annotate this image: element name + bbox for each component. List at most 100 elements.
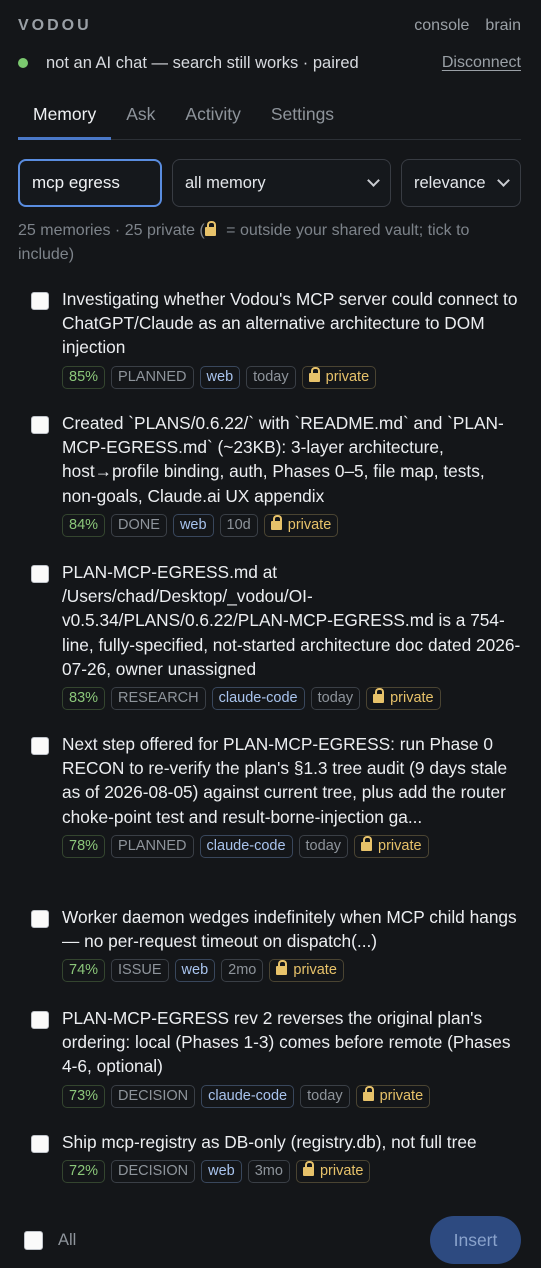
age-badge: 3mo	[247, 1160, 290, 1184]
item-tags: 84% DONE web 10d private	[62, 513, 523, 537]
app-header: VODOU console brain	[18, 14, 521, 38]
private-badge: private	[354, 834, 429, 858]
source-badge: web	[199, 365, 241, 389]
insert-button[interactable]: Insert	[430, 1216, 521, 1264]
item-checkbox[interactable]	[31, 910, 49, 928]
source-badge: claude-code	[211, 687, 305, 711]
item-tags: 73% DECISION claude-code today private	[62, 1084, 523, 1108]
list-item: Worker daemon wedges indefinitely when M…	[18, 905, 523, 1006]
memory-text: Investigating whether Vodou's MCP server…	[62, 289, 518, 358]
memory-text: Created `PLANS/0.6.22/` with `README.md`…	[62, 413, 504, 506]
private-badge: private	[355, 1084, 431, 1108]
connection-status: not an AI chat — search still works · pa…	[18, 50, 521, 76]
sort-select[interactable]: relevance	[401, 159, 521, 207]
lock-icon	[270, 514, 282, 530]
header-links: console brain	[414, 17, 521, 35]
relevance-badge: 73%	[62, 1084, 106, 1108]
item-tags: 83% RESEARCH claude-code today private	[62, 687, 523, 711]
item-checkbox[interactable]	[31, 737, 49, 755]
private-badge: private	[295, 1160, 371, 1184]
status-indicator-icon	[18, 58, 28, 68]
type-badge: PLANNED	[111, 834, 194, 858]
private-label: private	[379, 1087, 424, 1104]
age-badge: today	[298, 834, 349, 858]
list-item: Next step offered for PLAN-MCP-EGRESS: r…	[18, 732, 523, 905]
private-label: private	[390, 690, 434, 707]
console-link[interactable]: console	[414, 17, 469, 35]
brain-link[interactable]: brain	[485, 17, 521, 35]
memory-text: Worker daemon wedges indefinitely when M…	[62, 907, 517, 952]
relevance-badge: 85%	[62, 365, 106, 389]
relevance-badge: 78%	[62, 834, 106, 858]
private-label: private	[293, 962, 337, 979]
private-label: private	[319, 1163, 364, 1180]
relevance-badge: 84%	[62, 513, 106, 537]
private-label: private	[325, 368, 370, 385]
private-label: private	[378, 837, 422, 854]
item-tags: 72% DECISION web 3mo private	[62, 1160, 523, 1184]
age-badge: today	[246, 365, 296, 389]
relevance-badge: 74%	[62, 959, 106, 983]
scope-select-value: all memory	[185, 173, 266, 192]
search-input[interactable]	[18, 159, 162, 207]
age-badge: 10d	[219, 513, 258, 537]
tab-settings[interactable]: Settings	[256, 96, 349, 140]
source-badge: claude-code	[199, 834, 293, 858]
memory-text: Next step offered for PLAN-MCP-EGRESS: r…	[62, 734, 508, 827]
item-checkbox[interactable]	[31, 292, 49, 310]
lock-icon	[361, 835, 373, 851]
relevance-badge: 72%	[62, 1160, 106, 1184]
scope-select[interactable]: all memory	[172, 159, 391, 207]
type-badge: ISSUE	[111, 959, 169, 983]
select-all-checkbox[interactable]	[24, 1230, 43, 1250]
list-item: PLAN-MCP-EGRESS.md at /Users/chad/Deskto…	[18, 560, 523, 732]
brand-logo-text: VODOU	[18, 17, 92, 34]
lock-icon	[362, 1085, 374, 1101]
age-badge: today	[300, 1084, 350, 1108]
source-badge: web	[172, 513, 214, 537]
list-item: Ship mcp-registry as DB-only (registry.d…	[18, 1130, 523, 1210]
lock-icon	[308, 366, 320, 382]
item-tags: 74% ISSUE web 2mo private	[62, 959, 523, 983]
relevance-badge: 83%	[62, 687, 106, 711]
summary-text-start: 25 memories · 25 private (	[18, 222, 205, 239]
age-badge: today	[310, 687, 361, 711]
list-item: PLAN-MCP-EGRESS rev 2 reverses the origi…	[18, 1006, 523, 1130]
type-badge: DONE	[111, 513, 167, 537]
item-checkbox[interactable]	[31, 416, 49, 434]
memory-text: PLAN-MCP-EGRESS.md at /Users/chad/Deskto…	[62, 562, 521, 679]
chevron-down-icon	[367, 174, 380, 187]
results-summary: 25 memories · 25 private ( = outside you…	[18, 219, 523, 267]
memory-text: Ship mcp-registry as DB-only (registry.d…	[62, 1132, 477, 1152]
memory-list: Investigating whether Vodou's MCP server…	[18, 287, 523, 1210]
type-badge: DECISION	[111, 1084, 196, 1108]
tab-ask[interactable]: Ask	[111, 96, 170, 140]
source-badge: web	[174, 959, 216, 983]
item-checkbox[interactable]	[31, 1011, 49, 1029]
age-badge: 2mo	[221, 959, 264, 983]
private-badge: private	[366, 687, 441, 711]
list-item: Created `PLANS/0.6.22/` with `README.md`…	[18, 411, 523, 560]
item-checkbox[interactable]	[31, 565, 49, 583]
source-badge: web	[201, 1160, 242, 1184]
item-checkbox[interactable]	[31, 1135, 49, 1153]
lock-icon	[302, 1161, 314, 1177]
tab-bar: Memory Ask Activity Settings	[18, 96, 521, 140]
tab-activity[interactable]: Activity	[170, 96, 255, 140]
item-tags: 78% PLANNED claude-code today private	[62, 834, 523, 858]
type-badge: DECISION	[111, 1160, 196, 1184]
lock-icon	[276, 960, 288, 976]
type-badge: RESEARCH	[111, 687, 206, 711]
tab-memory[interactable]: Memory	[18, 96, 112, 140]
search-controls: all memory relevance	[18, 159, 521, 207]
select-all[interactable]: All	[18, 1230, 76, 1250]
memory-text: PLAN-MCP-EGRESS rev 2 reverses the origi…	[62, 1008, 511, 1077]
sort-select-value: relevance	[414, 173, 486, 192]
private-badge: private	[301, 365, 377, 389]
list-item: Investigating whether Vodou's MCP server…	[18, 287, 523, 411]
lock-icon	[373, 688, 385, 704]
disconnect-link[interactable]: Disconnect	[442, 54, 521, 72]
private-label: private	[287, 516, 332, 533]
source-badge: claude-code	[201, 1084, 295, 1108]
item-tags: 85% PLANNED web today private	[62, 365, 523, 389]
